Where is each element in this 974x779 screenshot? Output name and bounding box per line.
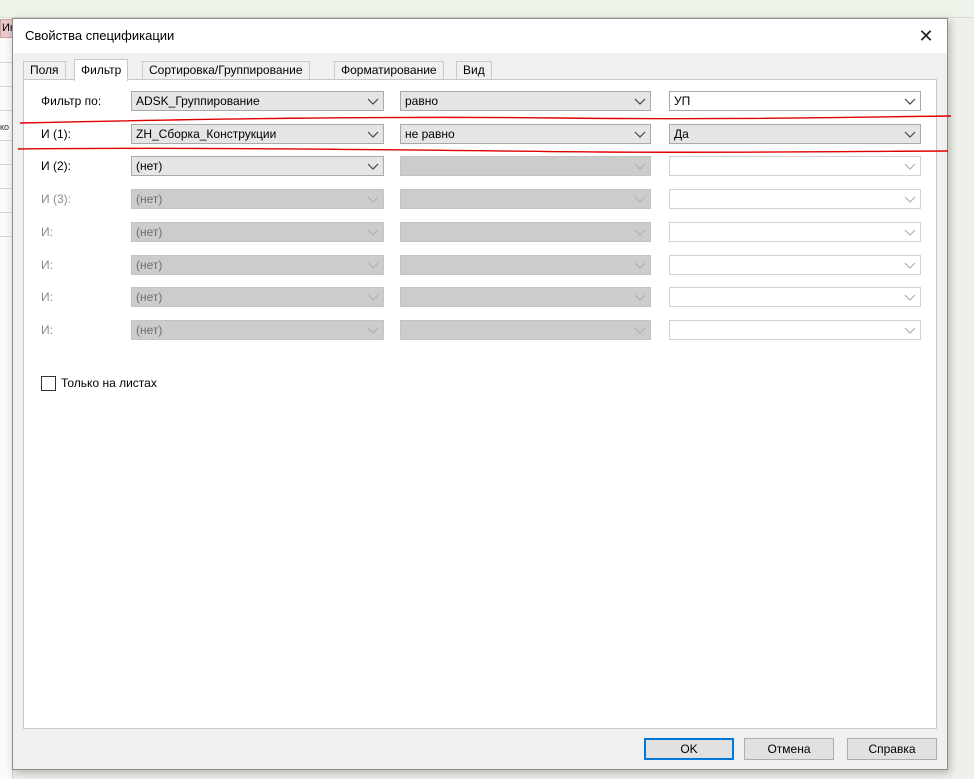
red-annotation-line-upper	[19, 115, 952, 124]
red-annotation-line-lower	[17, 147, 949, 153]
red-annotation-lines	[17, 115, 952, 153]
tab-filter[interactable]: Фильтр	[74, 59, 129, 81]
